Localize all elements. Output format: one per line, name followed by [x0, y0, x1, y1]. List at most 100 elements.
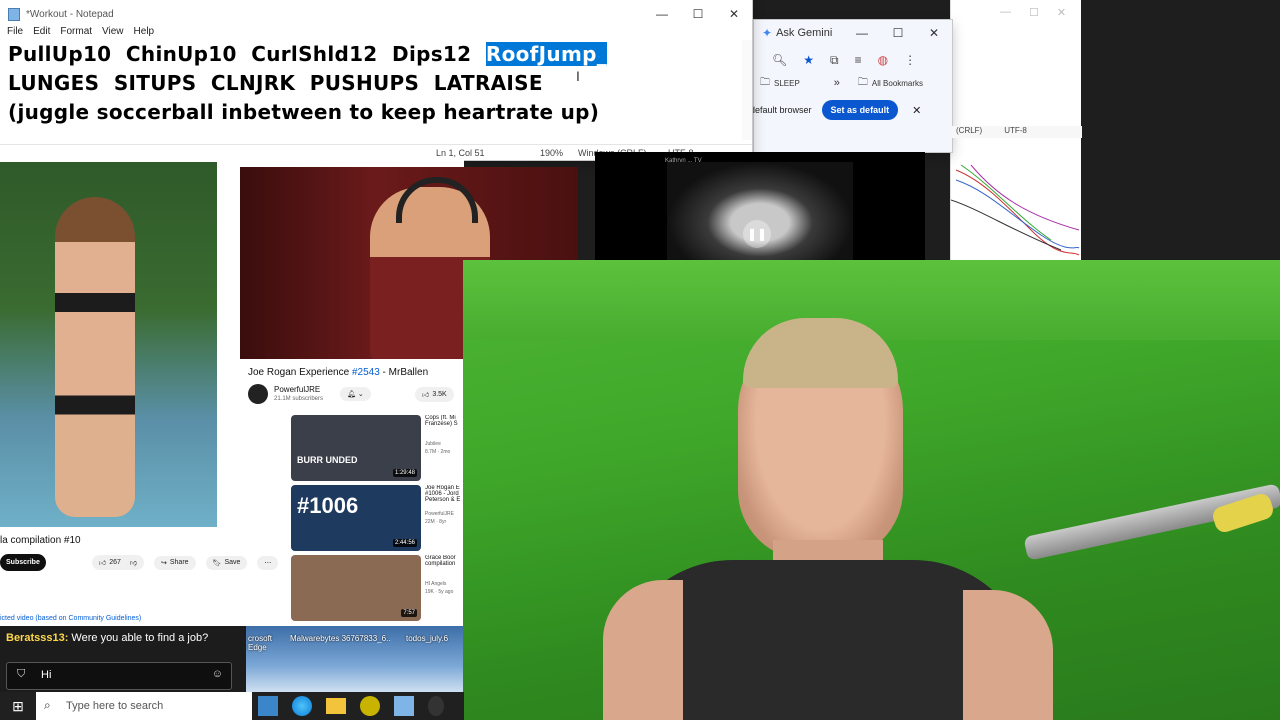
obs-icon[interactable] — [428, 696, 444, 716]
dislike-icon[interactable]: 👎︎ — [130, 558, 137, 567]
app-icon-yellow[interactable] — [360, 696, 380, 716]
video-duration: 2:44:56 — [392, 539, 417, 547]
close-button[interactable]: ✕ — [716, 7, 752, 21]
jre-video-title[interactable]: Joe Rogan Experience #2543 - MrBallen — [248, 367, 428, 378]
extensions-icon[interactable]: ⧉ — [830, 53, 839, 68]
desktop-icon-todos[interactable]: todos_july.6 — [406, 634, 462, 643]
notepad-taskbar-icon[interactable] — [394, 696, 414, 716]
menu-edit[interactable]: Edit — [33, 26, 50, 37]
video-duration: 1:29:48 — [392, 469, 417, 477]
start-button[interactable]: ⊞ — [0, 692, 36, 720]
left-video-actions: Subscribe 👍︎ 267 👎︎ ↪ Share 🔖︎ Save ⋯ — [0, 554, 279, 571]
notepad-menubar: File Edit Format View Help — [0, 24, 752, 38]
file-explorer-icon[interactable] — [326, 698, 346, 714]
menu-file[interactable]: File — [7, 26, 23, 37]
notepad-text-area[interactable]: PullUp10 ChinUp10 CurlShld12 Dips12 Roof… — [0, 40, 752, 140]
all-bookmarks-button[interactable]: All Bookmarks — [872, 79, 923, 88]
chrome-toolbar: 🔍︎ ★ ⧉ ≡ ◍ ⋮ — [754, 46, 952, 74]
vertical-scrollbar[interactable] — [742, 40, 752, 140]
thumbnail-text: #1006 — [297, 493, 359, 518]
recommendation-channel[interactable]: PowerfulJRE — [425, 511, 464, 517]
recommendation-title[interactable]: Joe Rogan E #1006 - Jord Peterson & E — [425, 485, 464, 503]
emoji-icon[interactable]: ☺ — [212, 668, 223, 680]
notification-bell-button[interactable]: 🔔︎ ⌄ — [340, 387, 371, 401]
background-drawing — [951, 164, 1080, 256]
close-infobar-icon[interactable]: ✕ — [912, 104, 921, 117]
maximize-button[interactable]: ☐ — [880, 26, 916, 40]
recommendation-item[interactable]: BURR UNDED 1:29:48 Cops (ft. Mi Franzese) … — [291, 415, 464, 483]
more-bookmarks-chevron[interactable]: » — [834, 77, 840, 89]
gemini-icon: ✦ — [762, 26, 773, 40]
chat-input[interactable]: ⛉ Hi ☺ — [6, 662, 232, 690]
music-video-player[interactable]: Kathryn ... TV ❚❚ — [595, 152, 925, 260]
folder-icon: 🗀 — [760, 76, 770, 88]
minimize-button[interactable]: — — [844, 26, 880, 40]
thumbnail-text: BURR UNDED — [297, 455, 358, 465]
recommendation-title[interactable]: Grace Boor compilation — [425, 555, 464, 567]
restricted-notice[interactable]: icted video (based on Community Guidelin… — [0, 615, 141, 622]
notepad-icon — [8, 7, 20, 21]
like-button[interactable]: 👍︎ 267 👎︎ — [91, 555, 144, 570]
recommendation-thumbnail[interactable]: BURR UNDED 1:29:48 — [291, 415, 421, 481]
more-actions-button[interactable]: ⋯ — [257, 555, 279, 570]
recommendation-item[interactable]: #1006 2:44:56 Joe Rogan E #1006 - Jord Pet… — [291, 485, 464, 553]
back-status-bar: (CRLF) UTF-8 — [952, 126, 1082, 138]
channel-name[interactable]: PowerfulJRE — [274, 385, 320, 394]
jre-video-info: Joe Rogan Experience #2543 - MrBallen Po… — [240, 359, 464, 415]
left-video-thumbnail[interactable] — [0, 162, 217, 527]
headphones-icon — [396, 177, 478, 223]
menu-help[interactable]: Help — [134, 26, 155, 37]
recommendation-channel[interactable]: Jubilee — [425, 441, 464, 447]
share-label: Share — [169, 559, 189, 566]
media-control-icon[interactable]: ≡ — [855, 53, 862, 67]
chat-input-value: Hi — [41, 669, 52, 681]
bookmark-folder-sleep[interactable]: SLEEP — [774, 79, 800, 88]
pause-button[interactable]: ❚❚ — [743, 220, 771, 248]
close-button[interactable]: ✕ — [916, 26, 952, 40]
channel-avatar[interactable] — [248, 384, 268, 404]
text-line-1-plain: PullUp10 ChinUp10 CurlShld12 Dips12 — [8, 42, 486, 66]
video-duration: 7:57 — [401, 609, 417, 617]
profile-icon[interactable]: ◍ — [878, 53, 888, 67]
recommendation-thumbnail[interactable]: 7:57 — [291, 555, 421, 621]
person-shoulder-left — [603, 580, 683, 720]
jre-episode-link[interactable]: #2543 — [352, 367, 380, 378]
recommendation-meta: 22M · 8yr — [425, 519, 447, 525]
zoom-icon[interactable]: 🔍︎ — [772, 53, 787, 67]
thumbs-up-icon: 👍︎ — [98, 560, 107, 567]
desktop-icon-edge[interactable]: crosoft Edge — [248, 634, 288, 652]
back-status-eol: (CRLF) — [956, 126, 983, 135]
save-icon: 🔖︎ — [212, 559, 222, 567]
desktop-icon-malwarebytes[interactable]: Malwarebytes 36767833_6... — [290, 634, 390, 643]
taskbar-search-box[interactable]: ⌕ Type here to search — [36, 692, 252, 720]
jre-like-button[interactable]: 👍︎ 3.5K — [415, 387, 454, 402]
recommendation-item[interactable]: 7:57 Grace Boor compilation HI Angels 19K ·… — [291, 555, 464, 623]
set-as-default-button[interactable]: Set as default — [821, 100, 899, 120]
maximize-button[interactable]: ☐ — [680, 7, 716, 21]
calculator-icon[interactable] — [258, 696, 278, 716]
background-titlebar-controls: — ☐ ✕ — [1000, 6, 1080, 22]
bookmark-star-icon[interactable]: ★ — [803, 53, 814, 67]
minimize-button[interactable]: — — [644, 7, 680, 21]
recommendation-thumbnail[interactable]: #1006 2:44:56 — [291, 485, 421, 551]
status-zoom: 190% — [540, 148, 564, 158]
share-button[interactable]: ↪ Share — [153, 555, 196, 570]
menu-kebab-icon[interactable]: ⋮ — [904, 53, 916, 67]
default-browser-infobar: default browser Set as default ✕ — [750, 92, 952, 128]
recommendation-title[interactable]: Cops (ft. Mi Franzese) S — [425, 415, 464, 427]
ask-gemini-button[interactable]: Ask Gemini — [776, 27, 832, 39]
recommendation-channel[interactable]: HI Angels — [425, 581, 464, 587]
notepad-window[interactable]: *Workout - Notepad — ☐ ✕ File Edit Forma… — [0, 0, 752, 160]
menu-format[interactable]: Format — [60, 26, 92, 37]
taskbar: ⊞ ⌕ Type here to search — [0, 692, 464, 720]
edge-icon[interactable] — [292, 696, 312, 716]
menu-view[interactable]: View — [102, 26, 124, 37]
jre-title-prefix: Joe Rogan Experience — [248, 367, 352, 378]
shield-icon: ⛉ — [17, 668, 26, 680]
subscribe-button[interactable]: Subscribe — [0, 554, 46, 571]
selected-text: RoofJump_ — [485, 42, 608, 66]
save-button[interactable]: 🔖︎ Save — [205, 555, 248, 570]
chrome-window[interactable]: ✦ Ask Gemini — ☐ ✕ 🔍︎ ★ ⧉ ≡ ◍ ⋮ 🗀 SLEEP … — [750, 20, 952, 152]
left-video-title[interactable]: la compilation #10 — [0, 535, 81, 546]
save-label: Save — [224, 559, 241, 566]
